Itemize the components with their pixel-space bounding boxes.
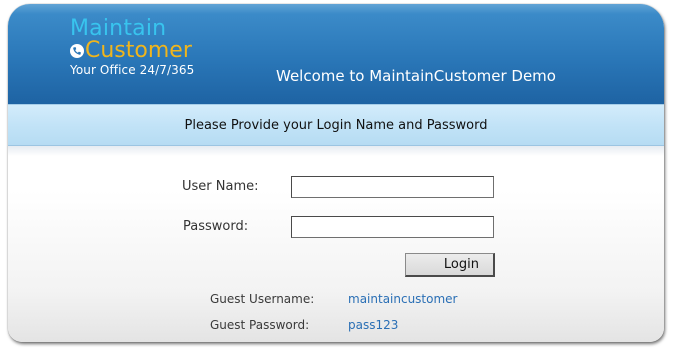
form-heading-bar: Please Provide your Login Name and Passw…: [8, 104, 664, 146]
guest-password-label: Guest Password:: [210, 318, 310, 332]
guest-username-value: maintaincustomer: [348, 292, 458, 306]
form-heading: Please Provide your Login Name and Passw…: [184, 118, 488, 133]
header-bar: Maintain Customer Your Office 24/7/365 W…: [8, 4, 664, 104]
logo-customer-text: Customer: [85, 38, 192, 63]
header-sheen: [8, 4, 664, 14]
username-label: User Name:: [182, 179, 259, 194]
login-panel: Maintain Customer Your Office 24/7/365 W…: [8, 4, 664, 342]
logo-customer-row: Customer: [70, 40, 192, 62]
username-input[interactable]: [291, 176, 494, 198]
password-label: Password:: [183, 219, 249, 234]
logo-maintain-text: Maintain: [70, 16, 167, 41]
login-button[interactable]: Login: [405, 253, 495, 277]
password-input[interactable]: [291, 216, 494, 238]
heading-shadow: [8, 146, 664, 156]
welcome-title: Welcome to MaintainCustomer Demo: [276, 67, 556, 85]
guest-username-label: Guest Username:: [210, 292, 315, 306]
guest-password-value: pass123: [348, 318, 399, 332]
logo-tagline: Your Office 24/7/365: [70, 63, 195, 77]
phone-icon: [70, 44, 84, 58]
